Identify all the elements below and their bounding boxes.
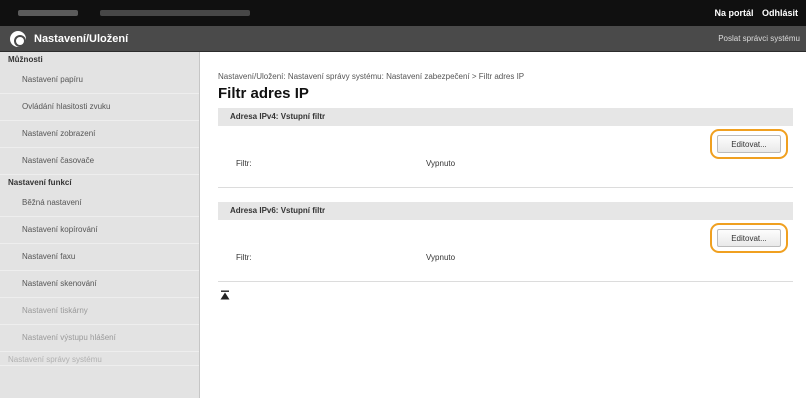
sidebar-item-fax-settings[interactable]: Nastavení faxu bbox=[0, 244, 199, 271]
edit-button-highlight: Editovat... bbox=[710, 223, 788, 253]
filter-label: Filtr: bbox=[236, 253, 252, 262]
sidebar-item-volume-settings[interactable]: Ovládání hlasitosti zvuku bbox=[0, 94, 199, 121]
portal-link[interactable]: Na portál bbox=[714, 8, 753, 18]
device-model-blurred bbox=[100, 10, 250, 16]
edit-ipv6-button[interactable]: Editovat... bbox=[717, 229, 781, 247]
edit-button-highlight: Editovat... bbox=[710, 129, 788, 159]
sidebar-item-common-settings[interactable]: Běžná nastavení bbox=[0, 190, 199, 217]
sidebar-item-scan-settings[interactable]: Nastavení skenování bbox=[0, 271, 199, 298]
sidebar-item-timer-settings[interactable]: Nastavení časovače bbox=[0, 148, 199, 175]
sidebar-item-system-management[interactable]: Nastavení správy systému bbox=[0, 352, 199, 366]
section-body-ipv6: Editovat... Filtr: Vypnuto bbox=[218, 220, 793, 282]
title-bar: Nastavení/Uložení Poslat správci systému bbox=[0, 26, 806, 52]
sidebar: Můžnosti Nastavení papíru Ovládání hlasi… bbox=[0, 52, 200, 398]
sidebar-item-copy-settings[interactable]: Nastavení kopírování bbox=[0, 217, 199, 244]
breadcrumb: Nastavení/Uložení: Nastavení správy syst… bbox=[218, 72, 525, 81]
filter-value: Vypnuto bbox=[426, 253, 456, 262]
app-title: Nastavení/Uložení bbox=[34, 33, 129, 45]
sidebar-item-paper-settings[interactable]: Nastavení papíru bbox=[0, 67, 199, 94]
filter-value: Vypnuto bbox=[426, 159, 456, 168]
page-title: Filtr adres IP bbox=[218, 85, 309, 102]
section-heading-ipv4: Adresa IPv4: Vstupní filtr bbox=[218, 108, 793, 126]
settings-register-icon bbox=[10, 31, 26, 47]
section-heading-ipv6: Adresa IPv6: Vstupní filtr bbox=[218, 202, 793, 220]
main-content: Nastavení/Uložení: Nastavení správy syst… bbox=[201, 52, 806, 398]
top-bar: Na portál Odhlásit bbox=[0, 0, 806, 26]
sidebar-item-printer-settings[interactable]: Nastavení tiskárny bbox=[0, 298, 199, 325]
device-name-blurred bbox=[18, 10, 78, 16]
sidebar-section-preferences: Můžnosti bbox=[8, 55, 43, 64]
filter-label: Filtr: bbox=[236, 159, 252, 168]
logout-link[interactable]: Odhlásit bbox=[762, 8, 798, 18]
sidebar-item-display-settings[interactable]: Nastavení zobrazení bbox=[0, 121, 199, 148]
section-body-ipv4: Editovat... Filtr: Vypnuto bbox=[218, 126, 793, 188]
sidebar-section-functions: Nastavení funkcí bbox=[8, 178, 72, 187]
sidebar-item-report-output-settings[interactable]: Nastavení výstupu hlášení bbox=[0, 325, 199, 352]
send-to-admin-link[interactable]: Poslat správci systému bbox=[718, 34, 800, 43]
top-links: Na portál Odhlásit bbox=[708, 8, 798, 18]
back-to-top-icon[interactable] bbox=[220, 290, 230, 300]
edit-ipv4-button[interactable]: Editovat... bbox=[717, 135, 781, 153]
